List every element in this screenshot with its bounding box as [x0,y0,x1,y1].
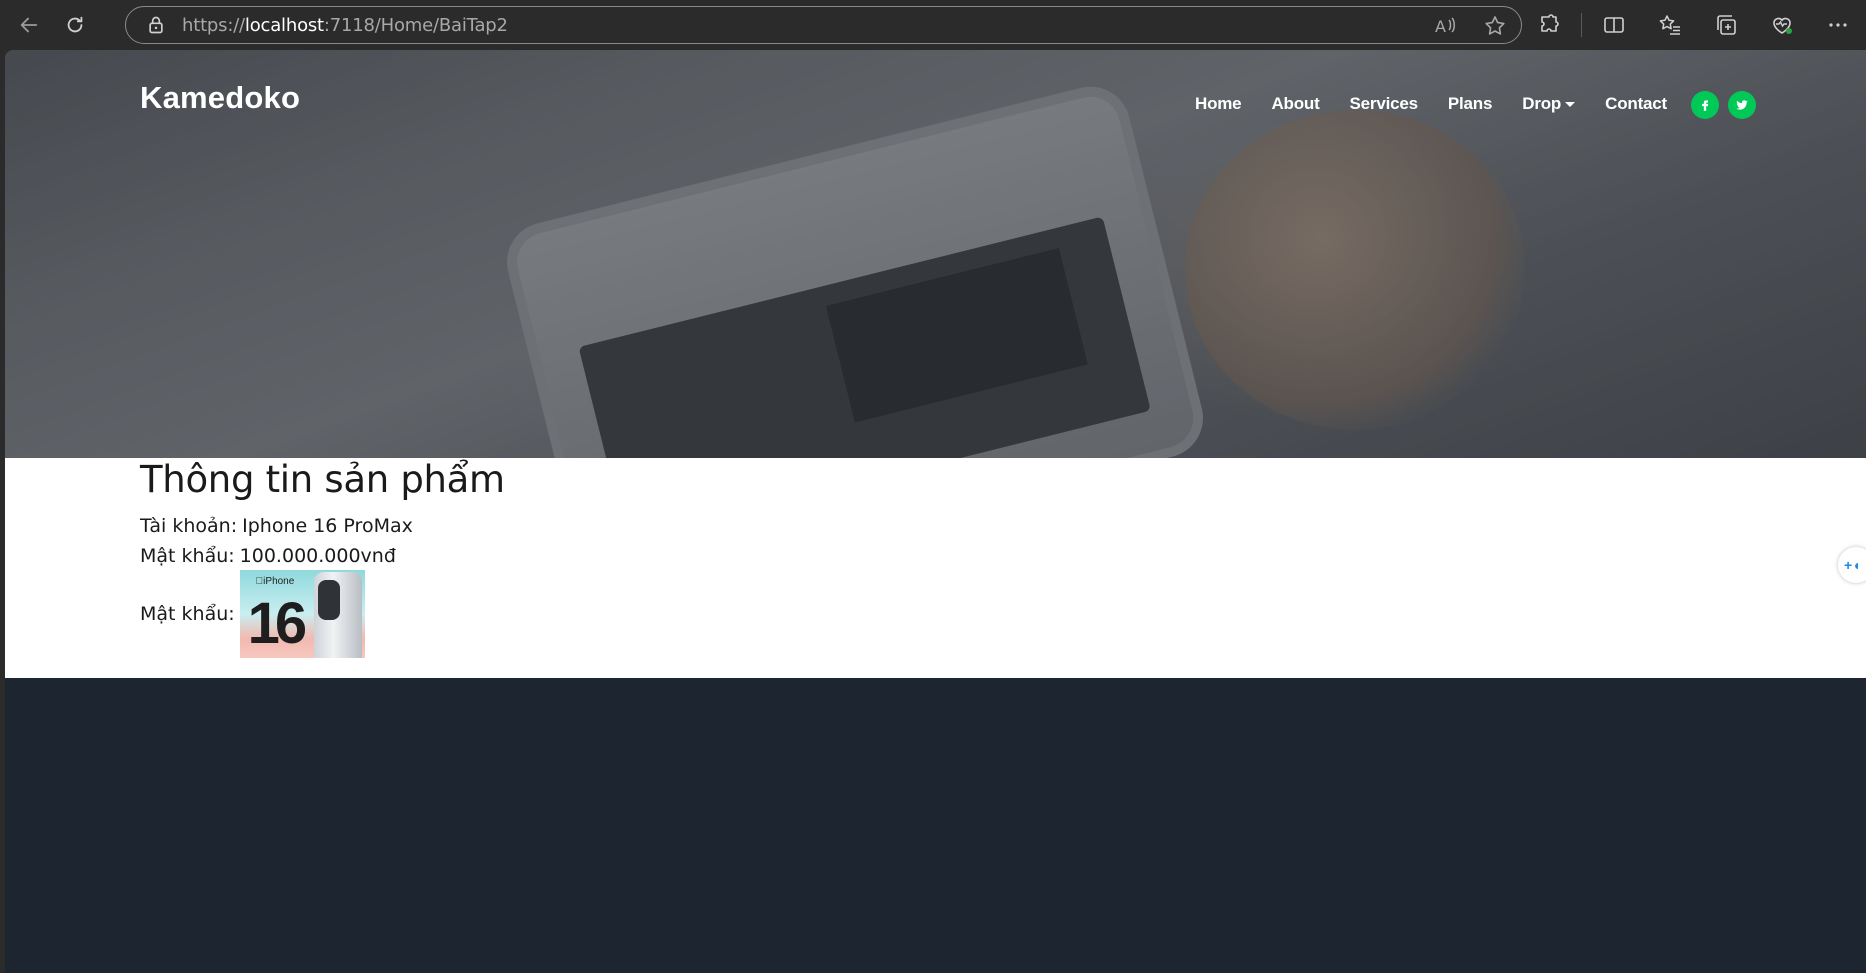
account-value: Iphone 16 ProMax [242,515,413,537]
nav-drop-label: Drop [1522,94,1562,113]
refresh-icon [67,16,83,33]
facebook-button[interactable] [1691,91,1719,119]
caret-down-icon [1565,102,1576,108]
account-row: Tài khoản: Iphone 16 ProMax [140,515,413,537]
puzzle-icon [1541,14,1559,32]
product-image-number: 16 [247,591,307,656]
sparkle-icon: +◖ [1844,557,1861,573]
browser-toolbar [1521,8,1866,42]
social-links [1691,91,1756,119]
nav-home[interactable]: Home [1195,94,1242,114]
favorites-button[interactable] [1642,8,1698,42]
browser-essentials-button[interactable] [1754,8,1810,42]
collections-button[interactable] [1698,8,1754,42]
price-value: 100.000.000vnđ [239,545,396,567]
nav-plans[interactable]: Plans [1448,94,1493,114]
product-image: iPhone 16 [239,570,365,658]
price-row: Mật khẩu: 100.000.000vnđ [140,545,396,567]
favorite-star-icon[interactable] [1483,14,1507,38]
twitter-button[interactable] [1728,91,1756,119]
split-screen-button[interactable] [1586,8,1642,42]
site-navbar: Kamedoko Home About Services Plans Drop … [5,50,1866,146]
read-aloud-icon[interactable]: A [1433,14,1457,38]
heart-pulse-icon [1773,17,1792,34]
back-arrow-icon [20,17,38,33]
address-bar[interactable]: https://localhost:7118/Home/BaiTap2 A [125,6,1522,44]
ellipsis-icon [1829,23,1847,27]
more-menu-button[interactable] [1810,8,1866,42]
page-viewport: Kamedoko Home About Services Plans Drop … [5,50,1866,973]
browser-chrome: https://localhost:7118/Home/BaiTap2 A [0,0,1866,50]
split-screen-icon [1604,17,1624,33]
svg-text:A: A [1435,17,1446,36]
account-label: Tài khoản: [140,515,238,537]
nav-contact[interactable]: Contact [1605,94,1667,114]
back-button[interactable] [12,8,46,42]
refresh-button[interactable] [58,8,92,42]
image-label: Mật khẩu: [140,603,235,625]
facebook-icon [1702,100,1709,111]
floating-side-widget[interactable]: +◖ [1838,547,1866,583]
nav-drop-dropdown[interactable]: Drop [1522,94,1576,114]
page-title: Thông tin sản phẩm [140,458,505,501]
favorites-list-icon [1659,15,1680,35]
nav-services[interactable]: Services [1350,94,1419,114]
lock-icon [149,16,163,34]
toolbar-divider [1581,13,1582,37]
image-row: Mật khẩu: iPhone 16 [140,570,365,658]
phone-camera-graphic [317,580,340,620]
nav-menu: Home About Services Plans Drop Contact [1195,94,1697,114]
price-label: Mật khẩu: [140,545,235,567]
hero-banner: Kamedoko Home About Services Plans Drop … [5,50,1866,458]
site-brand[interactable]: Kamedoko [140,80,300,116]
extensions-button[interactable] [1521,8,1577,42]
nav-about[interactable]: About [1271,94,1319,114]
twitter-icon [1736,100,1748,110]
url-text[interactable]: https://localhost:7118/Home/BaiTap2 [182,15,508,36]
product-info-section: Thông tin sản phẩm Tài khoản: Iphone 16 P… [5,458,1866,678]
apple-logo-text: iPhone [255,576,295,587]
collections-icon [1717,15,1736,35]
